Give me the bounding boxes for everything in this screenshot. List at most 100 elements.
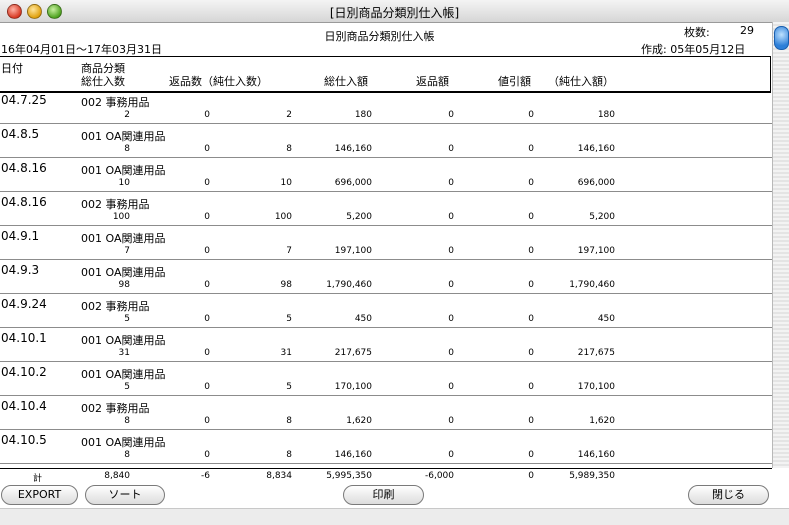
row-date: 04.9.1	[1, 229, 40, 243]
close-button[interactable]: 閉じる	[688, 485, 769, 505]
totals-total-amount: 5,995,350	[326, 471, 372, 481]
row-total-qty: 5	[124, 382, 130, 392]
row-return-qty: 0	[204, 246, 210, 256]
row-net-qty: 2	[286, 110, 292, 120]
row-date: 04.10.1	[1, 331, 47, 345]
row-total-amount: 197,100	[334, 246, 372, 256]
title-bar[interactable]: [日別商品分類別仕入帳]	[0, 0, 789, 23]
row-net-qty: 5	[286, 382, 292, 392]
row-return-amount: 0	[448, 246, 454, 256]
row-return-amount: 0	[448, 212, 454, 222]
row-total-amount: 146,160	[334, 144, 372, 154]
row-category: 001 OA関連用品	[81, 266, 166, 279]
row-category: 002 事務用品	[81, 402, 150, 415]
row-total-qty: 8	[124, 416, 130, 426]
table-row[interactable]: 04.10.4 002 事務用品 8 0 8 1,620 0 0 1,620	[0, 396, 772, 430]
row-date: 04.9.24	[1, 297, 47, 311]
row-category: 001 OA関連用品	[81, 164, 166, 177]
table-row[interactable]: 04.8.16 001 OA関連用品 10 0 10 696,000 0 0 696,000	[0, 158, 772, 192]
table-row[interactable]: 04.10.5 001 OA関連用品 8 0 8 146,160 0 0 146,160	[0, 430, 772, 464]
row-return-amount: 0	[448, 450, 454, 460]
row-total-amount: 217,675	[334, 348, 372, 358]
row-net-amount: 170,100	[577, 382, 615, 392]
row-total-qty: 7	[124, 246, 130, 256]
table-row[interactable]: 04.8.5 001 OA関連用品 8 0 8 146,160 0 0 146,160	[0, 124, 772, 158]
row-total-qty: 31	[118, 348, 130, 358]
row-discount: 0	[528, 144, 534, 154]
row-net-amount: 180	[597, 110, 615, 120]
row-date: 04.8.16	[1, 195, 47, 209]
row-net-qty: 7	[286, 246, 292, 256]
row-net-amount: 197,100	[577, 246, 615, 256]
row-total-qty: 98	[118, 280, 130, 290]
row-return-qty: 0	[204, 144, 210, 154]
row-category: 001 OA関連用品	[81, 130, 166, 143]
row-total-amount: 1,790,460	[326, 280, 372, 290]
totals-row: 計 8,840 -6 8,834 5,995,350 -6,000 0 5,98…	[0, 468, 772, 484]
row-net-amount: 5,200	[589, 212, 615, 222]
row-return-amount: 0	[448, 280, 454, 290]
row-date: 04.10.2	[1, 365, 47, 379]
col-return-amount: 返品額	[416, 75, 449, 88]
row-category: 001 OA関連用品	[81, 232, 166, 245]
row-total-amount: 1,620	[346, 416, 372, 426]
scroll-thumb[interactable]	[774, 26, 789, 50]
row-return-qty: 0	[204, 178, 210, 188]
window-bottom-bar	[0, 508, 789, 525]
row-discount: 0	[528, 212, 534, 222]
row-total-amount: 146,160	[334, 450, 372, 460]
row-category: 002 事務用品	[81, 198, 150, 211]
col-net-amount: （純仕入額）	[548, 75, 614, 88]
row-return-amount: 0	[448, 382, 454, 392]
col-total-amount: 総仕入額	[324, 75, 368, 88]
row-date: 04.7.25	[1, 93, 47, 107]
row-discount: 0	[528, 246, 534, 256]
vertical-scrollbar[interactable]	[772, 22, 789, 468]
row-net-qty: 98	[280, 280, 292, 290]
row-return-amount: 0	[448, 348, 454, 358]
totals-discount: 0	[528, 471, 534, 481]
table-row[interactable]: 04.7.25 002 事務用品 2 0 2 180 0 0 180	[0, 90, 772, 124]
row-net-qty: 8	[286, 450, 292, 460]
table-row[interactable]: 04.9.1 001 OA関連用品 7 0 7 197,100 0 0 197,100	[0, 226, 772, 260]
row-return-qty: 0	[204, 314, 210, 324]
table-row[interactable]: 04.8.16 002 事務用品 100 0 100 5,200 0 0 5,200	[0, 192, 772, 226]
totals-return-qty: -6	[201, 471, 210, 481]
data-rows[interactable]: 04.7.25 002 事務用品 2 0 2 180 0 0 180 04.8.5 001 OA関連…	[0, 90, 772, 468]
sort-button[interactable]: ソート	[85, 485, 165, 505]
row-return-qty: 0	[204, 348, 210, 358]
column-header: 日付 商品分類 総仕入数 返品数（純仕入数） 総仕入額 返品額 値引額 （純仕入…	[0, 56, 771, 93]
row-return-qty: 0	[204, 212, 210, 222]
row-return-qty: 0	[204, 382, 210, 392]
created-date: 作成: 05年05月12日	[641, 43, 746, 56]
row-discount: 0	[528, 382, 534, 392]
row-category: 002 事務用品	[81, 96, 150, 109]
row-category: 001 OA関連用品	[81, 436, 166, 449]
col-return-qty: 返品数（純仕入数）	[169, 75, 268, 88]
row-total-qty: 5	[124, 314, 130, 324]
page-count-label: 枚数:	[684, 26, 710, 39]
table-row[interactable]: 04.9.24 002 事務用品 5 0 5 450 0 0 450	[0, 294, 772, 328]
table-row[interactable]: 04.10.2 001 OA関連用品 5 0 5 170,100 0 0 170,100	[0, 362, 772, 396]
row-net-qty: 31	[280, 348, 292, 358]
row-total-qty: 8	[124, 450, 130, 460]
export-button[interactable]: EXPORT	[1, 485, 78, 505]
row-total-amount: 180	[354, 110, 372, 120]
row-return-amount: 0	[448, 314, 454, 324]
table-row[interactable]: 04.10.1 001 OA関連用品 31 0 31 217,675 0 0 217,675	[0, 328, 772, 362]
row-total-amount: 450	[354, 314, 372, 324]
row-category: 002 事務用品	[81, 300, 150, 313]
row-net-amount: 217,675	[577, 348, 615, 358]
row-date: 04.10.5	[1, 433, 47, 447]
print-button[interactable]: 印刷	[343, 485, 424, 505]
row-date: 04.8.5	[1, 127, 40, 141]
row-total-qty: 100	[112, 212, 130, 222]
row-return-amount: 0	[448, 178, 454, 188]
table-row[interactable]: 04.9.3 001 OA関連用品 98 0 98 1,790,460 0 0 1,790,46…	[0, 260, 772, 294]
row-discount: 0	[528, 450, 534, 460]
row-discount: 0	[528, 178, 534, 188]
row-discount: 0	[528, 348, 534, 358]
row-total-qty: 8	[124, 144, 130, 154]
row-net-amount: 696,000	[577, 178, 615, 188]
report-period: 16年04月01日～17年03月31日	[1, 43, 162, 56]
